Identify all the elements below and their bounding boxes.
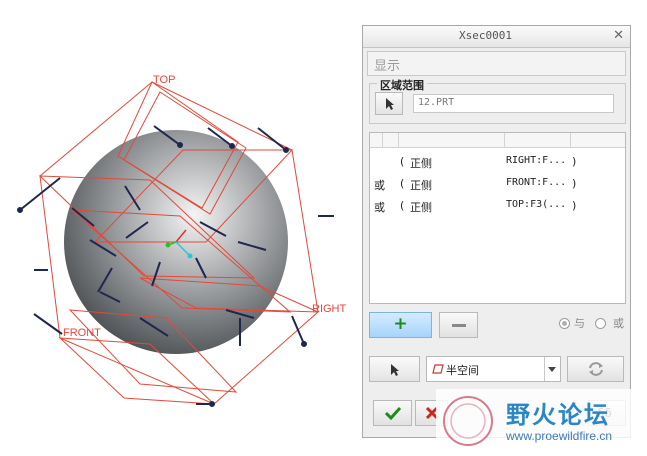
reference-field[interactable]: 12.PRT — [413, 94, 614, 113]
dialog-title: Xsec0001 — [459, 29, 512, 42]
row-reference: TOP:F3(... — [506, 199, 567, 210]
table-row[interactable]: ( 正侧 RIGHT:F... ) — [370, 152, 625, 172]
chevron-down-icon[interactable] — [544, 357, 560, 381]
flip-direction-button[interactable] — [567, 356, 624, 382]
region-group-legend: 区域范围 — [377, 77, 427, 93]
watermark-url: www.proewildfire.cn — [506, 429, 613, 443]
region-type-value: 半空间 — [446, 364, 479, 377]
row-close-paren: ) — [572, 177, 577, 190]
region-type-select[interactable]: 半空间 — [426, 356, 561, 382]
flip-icon — [589, 362, 603, 376]
row-open-paren: ( — [400, 155, 405, 168]
row-open-paren: ( — [400, 177, 405, 190]
row-side: 正侧 — [410, 157, 432, 170]
row-close-paren: ) — [572, 199, 577, 212]
and-radio-label: 与 — [574, 317, 585, 330]
watermark-title: 野火论坛 — [506, 401, 610, 429]
select-geometry-button[interactable] — [369, 356, 420, 382]
remove-row-button[interactable] — [439, 312, 478, 338]
row-reference: RIGHT:F... — [506, 155, 567, 166]
pointer-icon — [386, 98, 394, 110]
watermark: 野火论坛 www.proewildfire.cn — [436, 389, 647, 453]
row-open-paren: ( — [400, 199, 405, 212]
and-radio[interactable] — [559, 318, 570, 329]
table-row[interactable]: 或 ( 正侧 TOP:F3(... ) — [370, 196, 625, 216]
display-tab[interactable]: 显示 — [367, 51, 626, 76]
close-icon[interactable]: ✕ — [613, 28, 624, 43]
watermark-logo-icon — [443, 396, 493, 446]
ok-button[interactable] — [373, 400, 412, 426]
front-plane-label[interactable]: FRONT — [63, 327, 101, 339]
minus-icon — [452, 324, 466, 327]
section-definition-table: ( 正侧 RIGHT:F... ) 或 ( 正侧 FRONT:F... ) 或 … — [369, 132, 626, 304]
row-side: 正侧 — [410, 179, 432, 192]
table-header — [370, 133, 625, 148]
or-radio[interactable] — [595, 318, 606, 329]
half-space-icon — [432, 364, 444, 374]
xsec-dialog: Xsec0001 ✕ 显示 区域范围 12.PRT ( 正侧 RIGHT:F..… — [362, 25, 631, 438]
row-close-paren: ) — [572, 155, 577, 168]
top-plane-label[interactable]: TOP — [153, 74, 175, 86]
dialog-titlebar[interactable]: Xsec0001 ✕ — [363, 26, 630, 48]
row-operator: 或 — [374, 179, 385, 192]
add-row-button[interactable]: + — [369, 312, 432, 338]
display-tab-label: 显示 — [374, 59, 401, 74]
checkmark-icon — [385, 406, 401, 420]
select-reference-button[interactable] — [375, 92, 403, 115]
or-radio-label: 或 — [613, 317, 624, 330]
row-operator: 或 — [374, 201, 385, 214]
row-side: 正侧 — [410, 201, 432, 214]
plus-icon: + — [393, 314, 408, 334]
table-row[interactable]: 或 ( 正侧 FRONT:F... ) — [370, 174, 625, 194]
right-plane-label[interactable]: RIGHT — [312, 303, 346, 315]
pointer-icon — [391, 364, 399, 376]
row-reference: FRONT:F... — [506, 177, 567, 188]
